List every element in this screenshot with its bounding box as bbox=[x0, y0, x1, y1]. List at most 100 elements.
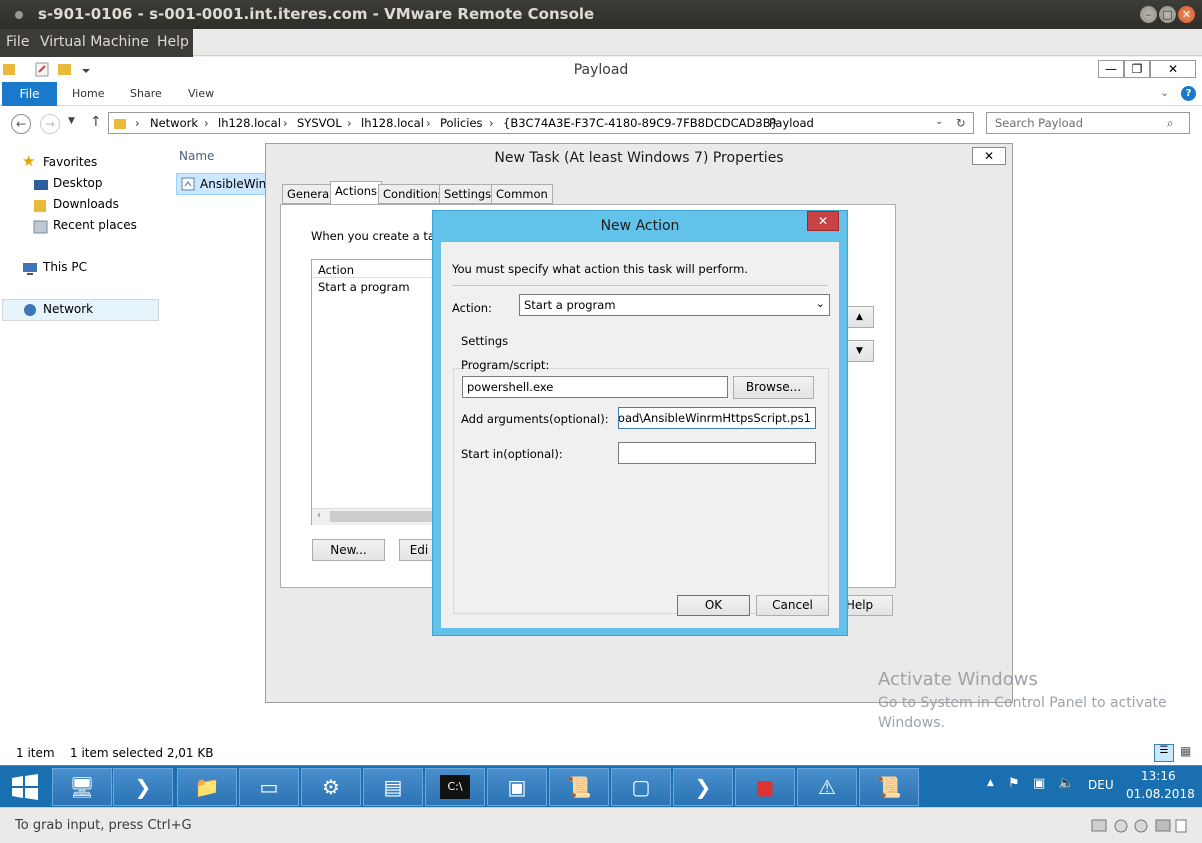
actions-list-header[interactable]: Action bbox=[318, 263, 354, 277]
program-label: Program/script: bbox=[461, 358, 550, 372]
server-roles-icon: ▤ bbox=[383, 775, 403, 799]
address-dropdown-icon[interactable]: ⌄ bbox=[935, 116, 943, 127]
taskbar-network-tool[interactable]: ⚙ bbox=[301, 768, 361, 806]
breadcrumb-network[interactable]: Network bbox=[150, 116, 198, 130]
taskbar-server-roles[interactable]: ▤ bbox=[363, 768, 423, 806]
taskbar-certificate-tool[interactable]: ▣ bbox=[487, 768, 547, 806]
toolbox-icon: ■ bbox=[755, 775, 775, 799]
help-icon[interactable]: ? bbox=[1181, 86, 1196, 101]
refresh-icon[interactable]: ↻ bbox=[956, 116, 966, 130]
nav-network[interactable]: Network bbox=[43, 302, 93, 316]
new-action-close-button[interactable]: ✕ bbox=[807, 211, 839, 231]
forward-icon[interactable]: → bbox=[40, 114, 60, 134]
taskbar-powershell[interactable]: ❯ bbox=[113, 768, 173, 806]
taskbar-command-prompt[interactable]: C:\ bbox=[425, 768, 485, 806]
folder-icon: 📁 bbox=[194, 775, 220, 799]
program-input[interactable]: powershell.exe bbox=[462, 376, 728, 398]
status-selection: 1 item selected 2,01 KB bbox=[70, 746, 214, 760]
breadcrumb-domain-2[interactable]: lh128.local bbox=[361, 116, 424, 130]
tab-actions[interactable]: Actions bbox=[330, 181, 383, 205]
column-header-name[interactable]: Name bbox=[179, 149, 214, 163]
taskbar-notes-tool[interactable]: 📜 bbox=[549, 768, 609, 806]
properties-close-button[interactable]: ✕ bbox=[972, 147, 1006, 165]
breadcrumb-payload[interactable]: Payload bbox=[769, 116, 814, 130]
taskbar-file-explorer[interactable]: 📁 bbox=[177, 768, 237, 806]
terminal-icon: C:\ bbox=[440, 775, 470, 799]
taskbar-notepad[interactable]: 📜 bbox=[859, 768, 919, 806]
actions-list[interactable]: Action Start a program ‹ bbox=[311, 259, 452, 525]
notepad-icon: 📜 bbox=[876, 775, 902, 799]
network-status-icon[interactable]: ▣ bbox=[1033, 776, 1045, 791]
browse-button[interactable]: Browse... bbox=[733, 376, 814, 399]
back-icon[interactable]: ← bbox=[11, 114, 31, 134]
explorer-status-bar: 1 item 1 item selected 2,01 KB ☰ ▦ bbox=[0, 743, 1202, 765]
taskbar-toolbox[interactable]: ■ bbox=[735, 768, 795, 806]
nav-this-pc[interactable]: This PC bbox=[43, 260, 87, 274]
move-up-button[interactable]: ▲ bbox=[845, 306, 874, 328]
taskbar-server-manager[interactable]: 🖥 bbox=[52, 768, 112, 806]
volume-icon[interactable]: 🔈 bbox=[1058, 776, 1074, 791]
device-status-icons[interactable] bbox=[1090, 817, 1195, 835]
explorer-restore-icon[interactable]: ❐ bbox=[1124, 60, 1150, 78]
recent-locations-icon[interactable]: ▼ bbox=[68, 116, 75, 126]
clock-date[interactable]: 01.08.2018 bbox=[1126, 787, 1195, 801]
new-action-dialog: New Action ✕ You must specify what actio… bbox=[432, 210, 848, 636]
large-icons-view-icon[interactable]: ▦ bbox=[1180, 744, 1191, 758]
ribbon-tab-view[interactable]: View bbox=[188, 87, 214, 100]
taskbar-security-policy[interactable]: ⚠ bbox=[797, 768, 857, 806]
start-in-input[interactable] bbox=[618, 442, 816, 464]
details-view-icon[interactable]: ☰ bbox=[1154, 744, 1174, 762]
tray-expand-icon[interactable]: ▲ bbox=[987, 778, 994, 788]
nav-downloads[interactable]: Downloads bbox=[53, 197, 119, 211]
up-icon[interactable]: ↑ bbox=[90, 114, 102, 130]
new-action-button[interactable]: New... bbox=[312, 539, 385, 561]
taskbar-disk-tool[interactable]: ▭ bbox=[239, 768, 299, 806]
tab-common[interactable]: Common bbox=[491, 184, 553, 204]
ribbon-tab-home[interactable]: Home bbox=[72, 87, 104, 100]
nav-desktop[interactable]: Desktop bbox=[53, 176, 103, 190]
nav-recent-places[interactable]: Recent places bbox=[53, 218, 137, 232]
taskbar-certificate-tool-2[interactable]: ▢ bbox=[611, 768, 671, 806]
new-action-intro: You must specify what action this task w… bbox=[452, 262, 748, 276]
close-icon[interactable]: ✕ bbox=[1178, 6, 1195, 23]
minimize-icon[interactable]: – bbox=[1140, 6, 1157, 23]
menu-file[interactable]: File bbox=[6, 34, 29, 50]
script-file-icon bbox=[181, 177, 195, 191]
breadcrumb-guid[interactable]: {B3C74A3E-F37C-4180-89C9-7FB8DCDCAD3B} bbox=[503, 116, 778, 130]
search-input[interactable]: Search Payload ⌕ bbox=[986, 112, 1190, 134]
breadcrumb-domain[interactable]: lh128.local bbox=[218, 116, 281, 130]
clock-time[interactable]: 13:16 bbox=[1141, 769, 1176, 783]
server-manager-icon: 🖥 bbox=[69, 775, 95, 799]
start-button[interactable] bbox=[10, 773, 40, 801]
breadcrumb-sysvol[interactable]: SYSVOL bbox=[297, 116, 342, 130]
arguments-input[interactable]: -\Payload\AnsibleWinrmHttpsScript.ps1 bbox=[618, 407, 816, 429]
cancel-button[interactable]: Cancel bbox=[756, 595, 829, 616]
taskbar-powershell-ise[interactable]: ❯ bbox=[673, 768, 733, 806]
explorer-close-icon[interactable]: ✕ bbox=[1150, 60, 1196, 78]
activation-watermark-title: Activate Windows bbox=[878, 669, 1038, 690]
search-icon[interactable]: ⌕ bbox=[1167, 116, 1173, 131]
chevron-down-icon[interactable]: ⌄ bbox=[1160, 86, 1169, 99]
action-center-icon[interactable]: ⚑ bbox=[1008, 776, 1020, 791]
move-down-button[interactable]: ▼ bbox=[845, 340, 874, 362]
new-action-body: You must specify what action this task w… bbox=[441, 242, 839, 628]
ok-button[interactable]: OK bbox=[677, 595, 750, 616]
tab-settings[interactable]: Settings bbox=[439, 184, 497, 204]
scroll-left-icon[interactable]: ‹ bbox=[317, 510, 321, 521]
folder-icon bbox=[114, 119, 126, 129]
breadcrumb-policies[interactable]: Policies bbox=[440, 116, 483, 130]
nav-favorites[interactable]: Favorites bbox=[43, 155, 97, 169]
language-indicator[interactable]: DEU bbox=[1088, 778, 1114, 792]
activation-watermark-line3: Windows. bbox=[878, 715, 945, 731]
ribbon-tab-share[interactable]: Share bbox=[130, 87, 162, 100]
app-icon bbox=[15, 11, 23, 19]
file-list-item[interactable]: AnsibleWinr bbox=[176, 173, 271, 195]
ribbon-tab-file[interactable]: File bbox=[2, 82, 57, 106]
menu-help[interactable]: Help bbox=[157, 34, 189, 50]
explorer-minimize-icon[interactable]: — bbox=[1098, 60, 1124, 78]
address-bar[interactable]: › Network › lh128.local › SYSVOL › lh128… bbox=[108, 112, 974, 134]
action-select[interactable]: Start a program ⌄ bbox=[519, 294, 830, 316]
actions-list-row[interactable]: Start a program bbox=[318, 280, 410, 294]
maximize-icon[interactable]: □ bbox=[1159, 6, 1176, 23]
menu-virtual-machine[interactable]: Virtual Machine bbox=[40, 34, 149, 50]
